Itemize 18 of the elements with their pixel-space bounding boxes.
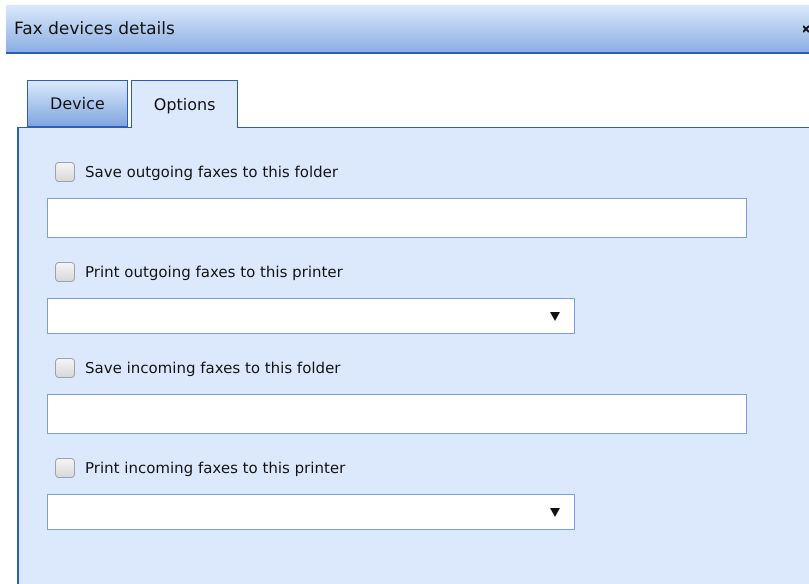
checkbox[interactable]: [55, 262, 75, 282]
folder-field[interactable]: [47, 394, 747, 434]
dropdown-arrow-icon: [550, 311, 560, 321]
window-title: Fax devices details: [14, 18, 175, 38]
close-icon[interactable]: [803, 24, 809, 34]
checkbox-label: Print incoming faxes to this printer: [85, 459, 346, 477]
checkbox-label: Save incoming faxes to this folder: [85, 359, 340, 377]
checkbox[interactable]: [55, 458, 75, 478]
tab[interactable]: Device: [27, 80, 128, 127]
checkbox[interactable]: [55, 162, 75, 182]
checkbox[interactable]: [55, 358, 75, 378]
tab[interactable]: Options: [130, 80, 238, 128]
folder-field[interactable]: [47, 198, 747, 238]
checkbox-label: Save outgoing faxes to this folder: [85, 163, 338, 181]
checkbox-label: Print outgoing faxes to this printer: [85, 263, 343, 281]
dropdown-arrow-icon: [550, 507, 560, 517]
printer-dropdown[interactable]: [47, 494, 575, 530]
printer-dropdown[interactable]: [47, 298, 575, 334]
